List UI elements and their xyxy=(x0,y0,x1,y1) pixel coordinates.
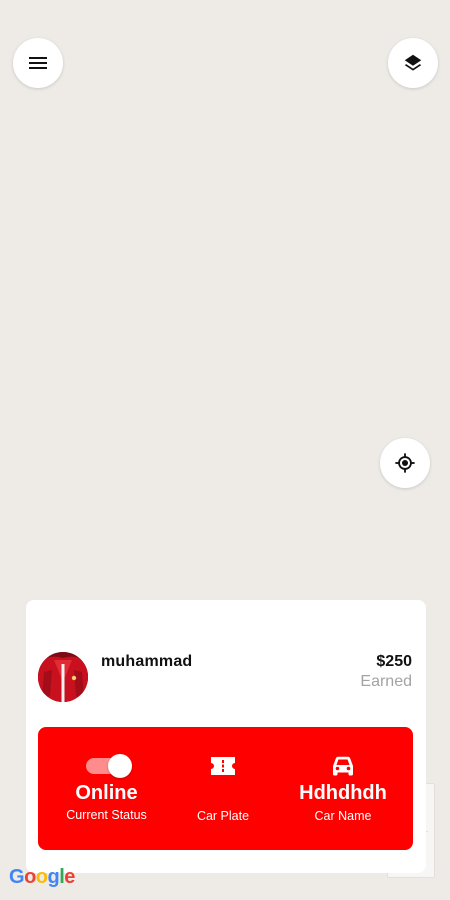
car-name-label: Car Name xyxy=(314,809,372,823)
car-icon xyxy=(333,756,353,776)
toggle-thumb xyxy=(108,754,132,778)
driver-stats-panel: Online Current Status Car Plate Hdhdhdh … xyxy=(38,727,413,850)
online-status-toggle[interactable] xyxy=(86,754,132,778)
layers-icon xyxy=(404,54,422,71)
google-logo: Google xyxy=(9,866,75,888)
my-location-icon xyxy=(395,453,415,473)
my-location-button[interactable] xyxy=(380,438,430,488)
status-label: Current Status xyxy=(66,808,147,822)
car-plate-column: Car Plate xyxy=(173,727,273,850)
status-value: Online xyxy=(75,782,138,804)
avatar[interactable] xyxy=(38,652,88,702)
ticket-icon xyxy=(211,757,235,775)
menu-button[interactable] xyxy=(13,38,63,88)
avatar-image xyxy=(38,652,88,702)
driver-info-card: muhammad $250 Earned Online Current Stat… xyxy=(26,600,426,873)
status-column: Online Current Status xyxy=(54,727,159,850)
earned-amount: $250 xyxy=(376,653,412,670)
earned-label: Earned xyxy=(360,673,412,690)
car-name-column: Hdhdhdh Car Name xyxy=(288,727,398,850)
driver-name: muhammad xyxy=(101,653,193,670)
car-name-value: Hdhdhdh xyxy=(299,782,387,804)
layers-button[interactable] xyxy=(388,38,438,88)
hamburger-menu-icon xyxy=(29,57,47,69)
car-plate-label: Car Plate xyxy=(196,809,250,823)
